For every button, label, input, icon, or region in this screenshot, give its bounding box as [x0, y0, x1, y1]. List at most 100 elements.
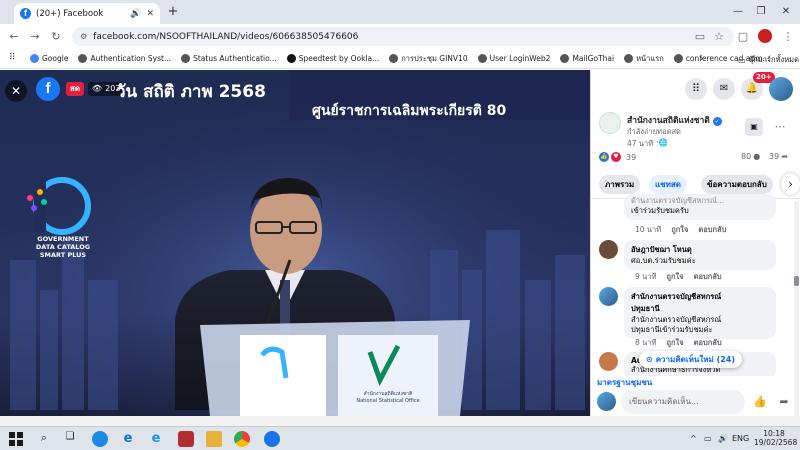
- post-sidebar: ⠿ ✉ 🔔 20+ สำนักงานสถิติแห่งชาติ ✓ กำลังถ…: [590, 70, 800, 416]
- task-view-icon[interactable]: ❏: [62, 431, 78, 447]
- bookmark-ginv10[interactable]: การประชุม GINV10: [389, 53, 468, 65]
- url-text: facebook.com/NSOOFTHAILAND/videos/606638…: [93, 31, 359, 42]
- comments-scrollbar[interactable]: [794, 201, 799, 416]
- windows-taskbar: ⌕ ❏ e e ^ ▭ 🔊 ENG 10:18 19/02/2568: [0, 426, 800, 450]
- file-explorer-icon[interactable]: [206, 431, 222, 447]
- new-comments-button[interactable]: ⊙ ความคิดเห็นใหม่ (24): [639, 351, 743, 368]
- like-comment-button[interactable]: ถูกใจ: [666, 271, 683, 283]
- bookmark-user-login[interactable]: User LoginWeb2: [477, 54, 550, 63]
- tab-live-chat[interactable]: แชทสด: [649, 175, 687, 194]
- live-badge: สด: [66, 82, 85, 96]
- chevron-right-icon[interactable]: ›: [700, 54, 703, 63]
- ie-icon[interactable]: e: [148, 431, 164, 447]
- cast-icon[interactable]: ▭: [693, 30, 707, 44]
- site-info-icon[interactable]: ⚙: [80, 32, 87, 41]
- scrollbar-thumb[interactable]: [794, 276, 799, 286]
- post-time: 47 นาที ·🌐: [627, 138, 668, 148]
- comments-count[interactable]: 80 ●: [741, 152, 760, 161]
- extensions-icon[interactable]: ▢: [736, 30, 750, 44]
- love-reaction-icon: ♥: [611, 152, 621, 162]
- save-icon[interactable]: ▣: [745, 118, 763, 136]
- community-standards-link[interactable]: มาตรฐานชุมชน: [591, 376, 800, 389]
- globe-icon: ·🌐: [656, 138, 668, 147]
- commenter-name[interactable]: อัษฎาปัชฌา โหนดุ: [631, 244, 769, 256]
- page-avatar[interactable]: [599, 112, 621, 134]
- browser-tab-bar: f (20+) Facebook 🔊 ✕ + — ❐ ✕: [0, 0, 800, 24]
- comment-meta: 9 นาที ถูกใจ ตอบกลับ: [635, 271, 722, 283]
- search-icon[interactable]: ⌕: [36, 431, 52, 447]
- like-button-icon[interactable]: 👍: [751, 393, 769, 411]
- bookmark-google[interactable]: Google: [30, 54, 68, 63]
- chrome-icon[interactable]: [234, 431, 250, 447]
- more-options-icon[interactable]: ⋯: [771, 118, 789, 136]
- reload-icon[interactable]: ↻: [49, 30, 63, 44]
- edge-icon[interactable]: e: [120, 431, 136, 447]
- browser-tab[interactable]: f (20+) Facebook 🔊 ✕: [14, 3, 160, 24]
- webex-icon[interactable]: [264, 431, 280, 447]
- account-avatar[interactable]: [769, 77, 793, 101]
- reply-comment-button[interactable]: ตอบกลับ: [694, 337, 722, 349]
- keyboard-language[interactable]: ENG: [732, 434, 749, 443]
- profile-avatar-icon[interactable]: [758, 29, 772, 43]
- share-button-icon[interactable]: ➦: [775, 393, 793, 411]
- minimize-button[interactable]: —: [728, 4, 748, 20]
- like-comment-button[interactable]: ถูกใจ: [666, 337, 683, 349]
- page-bottom-strip: [0, 416, 800, 426]
- new-tab-button[interactable]: +: [165, 4, 181, 20]
- reply-comment-button[interactable]: ตอบกลับ: [698, 224, 726, 236]
- tab-close-icon[interactable]: ✕: [146, 9, 154, 19]
- comment-input[interactable]: เขียนความคิดเห็น...: [621, 390, 745, 414]
- volume-icon[interactable]: 🔊: [718, 434, 728, 443]
- like-comment-button[interactable]: ถูกใจ: [671, 224, 688, 236]
- reply-comment-button[interactable]: ตอบกลับ: [694, 271, 722, 283]
- bookmark-status-auth[interactable]: Status Authenticatio...: [181, 54, 277, 63]
- url-bar[interactable]: ⚙ facebook.com/NSOOFTHAILAND/videos/6066…: [72, 27, 734, 46]
- logo-caption: GOVERNMENT DATA CATALOG SMART PLUS: [35, 235, 91, 259]
- browser-menu-icon[interactable]: ⋮: [781, 30, 795, 44]
- all-bookmarks[interactable]: ▭ บุ๊กมาร์กทั้งหมด: [738, 54, 799, 66]
- live-video-player[interactable]: ✕ f สด 👁 203 วัน สถิติ ภาพ 2568 ศูนย์ราชก…: [0, 70, 590, 416]
- verified-badge-icon: ✓: [712, 117, 722, 126]
- skype-icon[interactable]: [92, 431, 108, 447]
- bookmark-auth-system[interactable]: Authentication Syst...: [78, 54, 171, 63]
- restore-button[interactable]: ❐: [751, 4, 771, 20]
- close-window-button[interactable]: ✕: [776, 4, 796, 20]
- forward-arrow-icon[interactable]: →: [28, 30, 42, 44]
- globe-icon: [181, 54, 191, 63]
- back-arrow-icon[interactable]: ←: [7, 30, 21, 44]
- comment-bubble-icon: ●: [753, 152, 761, 161]
- facebook-logo-icon[interactable]: f: [36, 77, 60, 101]
- video-close-icon[interactable]: ✕: [5, 80, 27, 102]
- globe-icon: [673, 54, 683, 63]
- commenter-avatar[interactable]: [599, 240, 618, 259]
- windows-start-icon[interactable]: [8, 431, 24, 447]
- speaker-icon[interactable]: 🔊: [130, 9, 141, 19]
- chevron-right-icon[interactable]: ›: [781, 173, 800, 195]
- commenter-avatar[interactable]: [599, 287, 618, 306]
- address-toolbar: ← → ↻ ⚙ facebook.com/NSOOFTHAILAND/video…: [0, 24, 800, 49]
- comment-bubble: ด้านงานตรวจบัญชีสหกรณ์... เข้าร่วมรับชมค…: [624, 194, 776, 220]
- commenter-name[interactable]: สำนักงานตรวจบัญชีสหกรณ์: [631, 291, 769, 303]
- bookmark-home[interactable]: หน้าแรก: [624, 53, 664, 65]
- app-icon[interactable]: [178, 431, 194, 447]
- bookmark-star-icon[interactable]: ☆: [712, 30, 726, 44]
- messenger-icon[interactable]: ✉: [713, 78, 735, 100]
- tab-replies[interactable]: ข้อความตอบกลับ: [701, 175, 773, 194]
- shares-count[interactable]: 39 ➦: [769, 152, 788, 161]
- share-arrow-icon: ➦: [781, 152, 788, 161]
- bookmark-mailgothai[interactable]: MailGoThai: [560, 54, 614, 63]
- globe-icon: [624, 54, 634, 63]
- reactions-summary[interactable]: 👍 ♥ 39: [599, 152, 636, 162]
- commenter-avatar[interactable]: [599, 352, 618, 371]
- bookmark-speedtest[interactable]: Speedtest by Ookla...: [286, 54, 379, 63]
- globe-icon: [389, 54, 399, 63]
- tray-chevron-icon[interactable]: ^: [690, 434, 697, 443]
- tab-overview[interactable]: ภาพรวม: [599, 175, 641, 194]
- eye-icon: 👁: [92, 84, 103, 93]
- globe-icon: [78, 54, 88, 63]
- network-icon[interactable]: ▭: [704, 434, 712, 443]
- menu-grid-icon[interactable]: ⠿: [685, 78, 707, 100]
- apps-grid-icon[interactable]: ⠿: [9, 53, 16, 63]
- page-name[interactable]: สำนักงานสถิติแห่งชาติ ✓: [627, 113, 722, 127]
- clock[interactable]: 10:18 19/02/2568: [754, 429, 797, 447]
